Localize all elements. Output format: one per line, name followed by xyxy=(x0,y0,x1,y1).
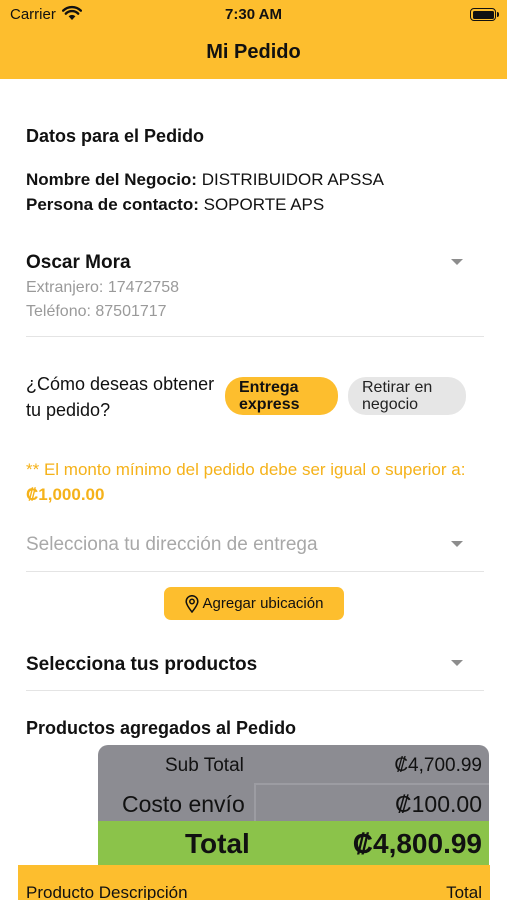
address-placeholder: Selecciona tu dirección de entrega xyxy=(26,534,318,555)
minimum-warning-text: ** El monto mínimo del pedido debe ser i… xyxy=(26,460,466,479)
shipping-row: Costo envío ₡100.00 xyxy=(98,785,489,821)
delivery-option-express[interactable]: Entrega express xyxy=(225,377,338,415)
total-value: ₡4,800.99 xyxy=(352,828,482,859)
business-line: Nombre del Negocio: DISTRIBUIDOR APSSA xyxy=(26,170,384,190)
subtotal-value: ₡4,700.99 xyxy=(394,755,482,776)
customer-name: Oscar Mora xyxy=(26,252,131,273)
chevron-down-icon xyxy=(451,259,463,265)
chevron-down-icon xyxy=(451,660,463,666)
total-label: Total xyxy=(185,828,250,859)
delivery-question: ¿Cómo deseas obtener tu pedido? xyxy=(26,374,215,420)
contact-line: Persona de contacto: SOPORTE APS xyxy=(26,195,324,215)
col-total: Total xyxy=(446,883,482,900)
business-value: DISTRIBUIDOR APSSA xyxy=(201,170,385,189)
add-location-label: Agregar ubicación xyxy=(202,595,324,612)
contact-label: Persona de contacto: xyxy=(26,195,199,214)
customer-id: Extranjero: 17472758 xyxy=(26,279,179,296)
chevron-down-icon xyxy=(451,541,463,547)
divider xyxy=(26,571,484,572)
shipping-value: ₡100.00 xyxy=(395,791,482,817)
customer-selector[interactable]: Oscar Mora Extranjero: 17472758 Teléfono… xyxy=(0,245,507,335)
col-description: Producto Descripción xyxy=(26,883,188,900)
product-selector[interactable]: Selecciona tus productos xyxy=(0,645,507,689)
added-products-heading: Productos agregados al Pedido xyxy=(26,718,297,738)
total-row: Total ₡4,800.99 xyxy=(98,821,489,865)
divider xyxy=(26,336,484,337)
order-data-heading: Datos para el Pedido xyxy=(26,126,205,146)
shipping-label: Costo envío xyxy=(122,791,245,817)
product-selector-label: Selecciona tus productos xyxy=(26,654,258,675)
minimum-warning: ** El monto mínimo del pedido debe ser i… xyxy=(26,457,466,507)
business-label: Nombre del Negocio: xyxy=(26,170,197,189)
totals-summary: Sub Total ₡4,700.99 Costo envío ₡100.00 … xyxy=(98,745,489,865)
top-bar: Carrier 7:30 AM Mi Pedido xyxy=(0,0,507,79)
delivery-option-pickup[interactable]: Retirar en negocio xyxy=(348,377,466,415)
product-table-header: Producto Descripción Total xyxy=(18,865,490,900)
clock: 7:30 AM xyxy=(225,6,282,23)
subtotal-row: Sub Total ₡4,700.99 xyxy=(98,745,489,785)
subtotal-label: Sub Total xyxy=(165,755,244,776)
contact-value: SOPORTE APS xyxy=(203,195,325,214)
page-title: Mi Pedido xyxy=(206,41,301,63)
minimum-amount: ₡1,000.00 xyxy=(26,485,105,504)
customer-phone: Teléfono: 87501717 xyxy=(26,303,167,320)
battery-icon xyxy=(470,8,499,21)
add-location-button[interactable]: Agregar ubicación xyxy=(164,587,344,620)
location-pin-icon xyxy=(184,594,199,613)
status-bar: Carrier 7:30 AM xyxy=(0,5,507,25)
address-selector[interactable]: Selecciona tu dirección de entrega xyxy=(0,526,507,570)
divider xyxy=(26,690,484,691)
